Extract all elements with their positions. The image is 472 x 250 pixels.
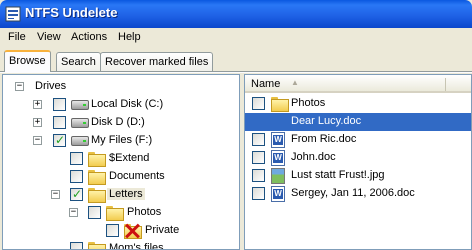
word-document-icon [271, 186, 285, 202]
menu-view[interactable]: View [37, 31, 61, 43]
checkbox[interactable] [53, 98, 66, 111]
tree-label: Local Disk (C:) [91, 98, 164, 110]
checkbox-checked[interactable]: ✓ [53, 133, 66, 147]
app-icon [5, 6, 21, 22]
checkbox[interactable] [252, 133, 265, 146]
checkbox[interactable] [252, 187, 265, 200]
tree-node-disk-d[interactable]: + Disk D (D:) [3, 114, 239, 132]
collapse-icon[interactable]: − [15, 82, 24, 91]
drive-icon [71, 136, 89, 146]
checkbox[interactable] [53, 116, 66, 129]
tree-label: Disk D (D:) [91, 116, 145, 128]
tab-bar: Browse Search Recover marked files [0, 50, 472, 72]
folder-icon [271, 97, 289, 112]
tree-label: Photos [127, 206, 162, 218]
file-name: Sergey, Jan 11, 2006.doc [291, 187, 415, 199]
expand-icon[interactable]: + [33, 100, 42, 109]
tree-node-extend[interactable]: $Extend [3, 150, 239, 168]
list-item-john-doc[interactable]: John.doc [245, 149, 471, 167]
folder-icon [88, 152, 106, 167]
window-title: NTFS Undelete [25, 5, 118, 20]
file-name: John.doc [291, 151, 336, 163]
drives-tree[interactable]: − Drives + Local Disk (C:) + Disk D (D:)… [2, 74, 240, 250]
tree-label: Letters [107, 188, 145, 200]
list-item-from-ric-doc[interactable]: From Ric.doc [245, 131, 471, 149]
image-file-icon [271, 168, 285, 184]
title-bar: NTFS Undelete [0, 0, 472, 28]
list-item-dear-lucy-doc[interactable]: ✓ Dear Lucy.doc [245, 113, 471, 131]
tree-node-my-files-f[interactable]: − ✓ My Files (F:) [3, 132, 239, 150]
tab-recover-marked-files[interactable]: Recover marked files [100, 52, 214, 71]
folder-icon [106, 206, 124, 221]
tab-browse[interactable]: Browse [4, 50, 51, 72]
file-name: Lust statt Frust!.jpg [291, 169, 385, 181]
tree-node-local-disk-c[interactable]: + Local Disk (C:) [3, 96, 239, 114]
word-document-icon [271, 132, 285, 148]
file-list[interactable]: Name ▲ Photos ✓ Dear Lucy.doc From Ric.d… [244, 74, 472, 250]
menu-help[interactable]: Help [118, 31, 141, 43]
checkbox-checked[interactable]: ✓ [70, 187, 83, 201]
checkbox[interactable] [70, 152, 83, 165]
collapse-icon[interactable]: − [51, 190, 60, 199]
tree-label: My Files (F:) [91, 134, 153, 146]
collapse-icon[interactable]: − [33, 136, 42, 145]
word-document-icon [271, 150, 285, 166]
drive-icon [71, 100, 89, 110]
tree-node-letters[interactable]: − ✓ Letters [3, 186, 239, 204]
expand-icon[interactable]: + [33, 118, 42, 127]
tree-label: Drives [35, 80, 67, 92]
menu-actions[interactable]: Actions [71, 31, 107, 43]
tab-panel-border [0, 71, 472, 73]
checkbox[interactable] [252, 97, 265, 110]
check-icon: ✓ [55, 133, 66, 147]
checkbox[interactable] [252, 169, 265, 182]
checkbox[interactable] [88, 206, 101, 219]
check-icon: ✓ [72, 187, 83, 201]
column-title: Name [251, 78, 281, 90]
menu-file[interactable]: File [8, 31, 26, 43]
file-name: From Ric.doc [291, 133, 357, 145]
folder-icon [88, 188, 106, 203]
tab-search[interactable]: Search [56, 52, 101, 71]
menu-bar: File View Actions Help [0, 28, 472, 47]
tree-node-photos[interactable]: − Photos [3, 204, 239, 222]
folder-icon [88, 242, 106, 249]
checkbox[interactable] [70, 170, 83, 183]
sort-ascending-icon: ▲ [291, 78, 299, 87]
list-item-sergey-doc[interactable]: Sergey, Jan 11, 2006.doc [245, 185, 471, 203]
deleted-mark-icon [124, 223, 140, 239]
column-header-name[interactable]: Name ▲ [245, 75, 471, 93]
tree-label: Documents [109, 170, 165, 182]
file-name: Photos [291, 97, 326, 109]
drive-icon [71, 118, 89, 128]
checkbox[interactable] [106, 224, 119, 237]
tree-label: Mom's files [109, 242, 164, 250]
column-separator[interactable] [445, 78, 446, 91]
list-item-lust-statt-frust-jpg[interactable]: Lust statt Frust!.jpg [245, 167, 471, 185]
file-name: Dear Lucy.doc [245, 113, 471, 131]
checkbox[interactable] [70, 242, 83, 249]
folder-icon [88, 170, 106, 185]
tree-node-drives[interactable]: − Drives [3, 78, 239, 96]
tree-label: $Extend [109, 152, 150, 164]
collapse-icon[interactable]: − [69, 208, 78, 217]
tree-node-moms-files[interactable]: Mom's files [3, 240, 239, 250]
tree-label: Private [145, 224, 180, 236]
checkbox[interactable] [252, 151, 265, 164]
list-item-photos[interactable]: Photos [245, 95, 471, 113]
tree-node-documents[interactable]: Documents [3, 168, 239, 186]
tree-node-private[interactable]: Private [3, 222, 239, 240]
